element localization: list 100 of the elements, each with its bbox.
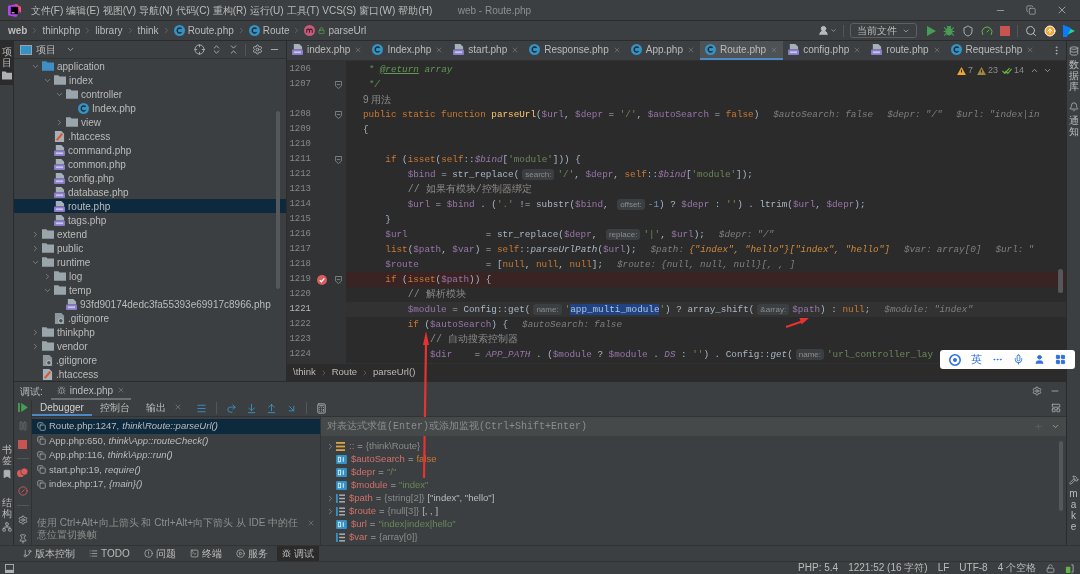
stack-frame[interactable]: Route.php:1247, think\Route::parseUrl() [32,419,320,434]
tree-item[interactable]: .gitignore [14,353,286,367]
chevron-right-icon[interactable] [43,271,52,281]
panel-icon[interactable] [5,563,14,573]
search-icon[interactable] [1025,24,1037,37]
breadcrumb-item[interactable]: library [95,23,123,38]
editor-tab[interactable]: config.php [783,41,867,60]
tool-window-tab[interactable]: TODO [84,546,135,561]
microphone-icon[interactable] [1013,354,1024,365]
debug-session-tab[interactable]: index.php [50,382,132,400]
hammer-icon[interactable] [1068,475,1079,485]
run-configuration-dropdown[interactable]: 当前文件 [850,23,917,38]
layout-icon[interactable] [1051,403,1061,413]
triangle-logo-icon[interactable] [1063,24,1075,37]
menu-item[interactable]: 窗口(W) [357,2,397,18]
shield-icon[interactable] [962,24,974,37]
tool-window-button[interactable]: 通知 [1067,97,1080,142]
caret-icon[interactable] [830,27,837,34]
tree-item[interactable]: temp [14,283,286,297]
double-check-icon[interactable] [1002,66,1012,75]
menu-item[interactable]: 帮助(H) [396,2,434,18]
tree-item[interactable]: extend [14,227,286,241]
inspection-counter[interactable]: 14 [1002,64,1024,78]
settings-icon[interactable] [1032,386,1042,396]
lock-icon[interactable] [1046,563,1055,573]
close-icon[interactable] [435,45,444,54]
status-item[interactable]: LF [937,563,950,573]
tree-item[interactable]: public [14,241,286,255]
close-icon[interactable] [173,403,182,411]
status-item[interactable]: UTF-8 [959,563,988,573]
fold-icon[interactable] [334,155,342,164]
usages-link[interactable]: 9 用法 [363,92,392,107]
breadcrumb-item[interactable]: parseUrl() [373,365,416,380]
status-item[interactable]: PHP: 5.4 [798,563,839,573]
caret-icon[interactable] [1051,422,1060,431]
folder-icon[interactable] [1,71,12,80]
indicator-icon[interactable] [1065,563,1074,573]
settings-icon[interactable] [252,44,263,55]
editor-tab[interactable]: Route.php [700,41,784,60]
breakpoint-icon[interactable] [317,274,327,285]
chevron-right-icon[interactable] [31,243,40,253]
variable-row[interactable]: $route = {null[3]} [, , ] [321,505,1066,518]
tool-window-button[interactable]: 书签 [0,439,13,484]
variable-row[interactable]: $depr = "/" [321,466,1066,479]
variable-row[interactable]: $module = "index" [321,479,1066,492]
breadcrumb-item[interactable]: thinkphp [42,23,81,38]
tree-item[interactable]: controller [14,87,286,101]
arrow-up-circle-icon[interactable] [1044,24,1056,37]
variable-row[interactable]: $url = "index|index|hello" [321,518,1066,531]
fold-icon[interactable] [334,275,342,284]
tree-item[interactable]: config.php [14,171,286,185]
fold-icon[interactable] [334,110,342,119]
menu-item[interactable]: 视图(V) [101,2,138,18]
variable-row[interactable]: $path = {string[2]} ["index", "hello"] [321,492,1066,505]
close-icon[interactable] [511,45,520,54]
tool-window-button[interactable]: make [1067,470,1080,537]
fold-icon[interactable] [334,80,342,89]
menu-item[interactable]: VCS(S) [320,2,358,18]
editor-tab[interactable]: start.php [448,41,525,60]
arrow-down-to-line-icon[interactable] [245,402,257,414]
project-view-selector[interactable]: 项目 [20,42,75,57]
editor-tab[interactable]: Request.php [945,41,1040,60]
bug-icon[interactable] [943,24,955,37]
curved-arrow-icon[interactable] [225,402,237,414]
tool-window-button[interactable]: 结构 [0,492,13,537]
close-icon[interactable] [1026,45,1035,54]
database-icon[interactable] [1068,46,1079,56]
menu-item[interactable]: 运行(U) [248,2,286,18]
tool-window-button[interactable]: 数据库 [1067,41,1080,97]
chevron-right-icon[interactable] [55,117,64,127]
calculator-icon[interactable] [315,402,327,414]
tree-item[interactable]: .gitignore [14,311,286,325]
chevrons-down-up-icon[interactable] [228,44,239,55]
debugger-tab[interactable]: 输出 [137,400,190,416]
tree-item[interactable]: .htaccess [14,129,286,143]
tree-item[interactable]: Index.php [14,101,286,115]
close-icon[interactable] [853,45,862,54]
user-icon[interactable] [818,25,829,36]
tool-window-tab[interactable]: 版本控制 [18,546,80,561]
overlapping-circles-icon[interactable] [17,468,28,477]
breadcrumb-item[interactable]: Route [331,365,358,380]
warning-icon[interactable] [956,66,966,75]
bell-icon[interactable] [1068,102,1079,112]
inspection-counter[interactable]: 23 [976,64,998,78]
chevrons-up-down-icon[interactable] [211,44,222,55]
crosshair-icon[interactable] [194,44,205,55]
tree-item[interactable]: route.php [14,199,286,213]
tree-item[interactable]: 93fd90174dedc3fa55393e69917c8966.php [14,297,286,311]
tool-window-tab[interactable]: 终端 [184,546,227,561]
tool-window-tab[interactable]: 服务 [230,546,273,561]
gauge-icon[interactable] [981,24,993,37]
tree-item[interactable]: tags.php [14,213,286,227]
chevron-right-icon[interactable] [31,341,40,351]
menu-item[interactable]: 工具(T) [285,2,321,18]
close-icon[interactable] [307,519,315,527]
debugger-tab[interactable]: Debugger [32,400,92,416]
tree-item[interactable]: .htaccess [14,367,286,381]
editor-tab[interactable]: Index.php [367,41,449,60]
settings-icon[interactable] [17,515,28,525]
run-icon[interactable] [926,25,936,36]
